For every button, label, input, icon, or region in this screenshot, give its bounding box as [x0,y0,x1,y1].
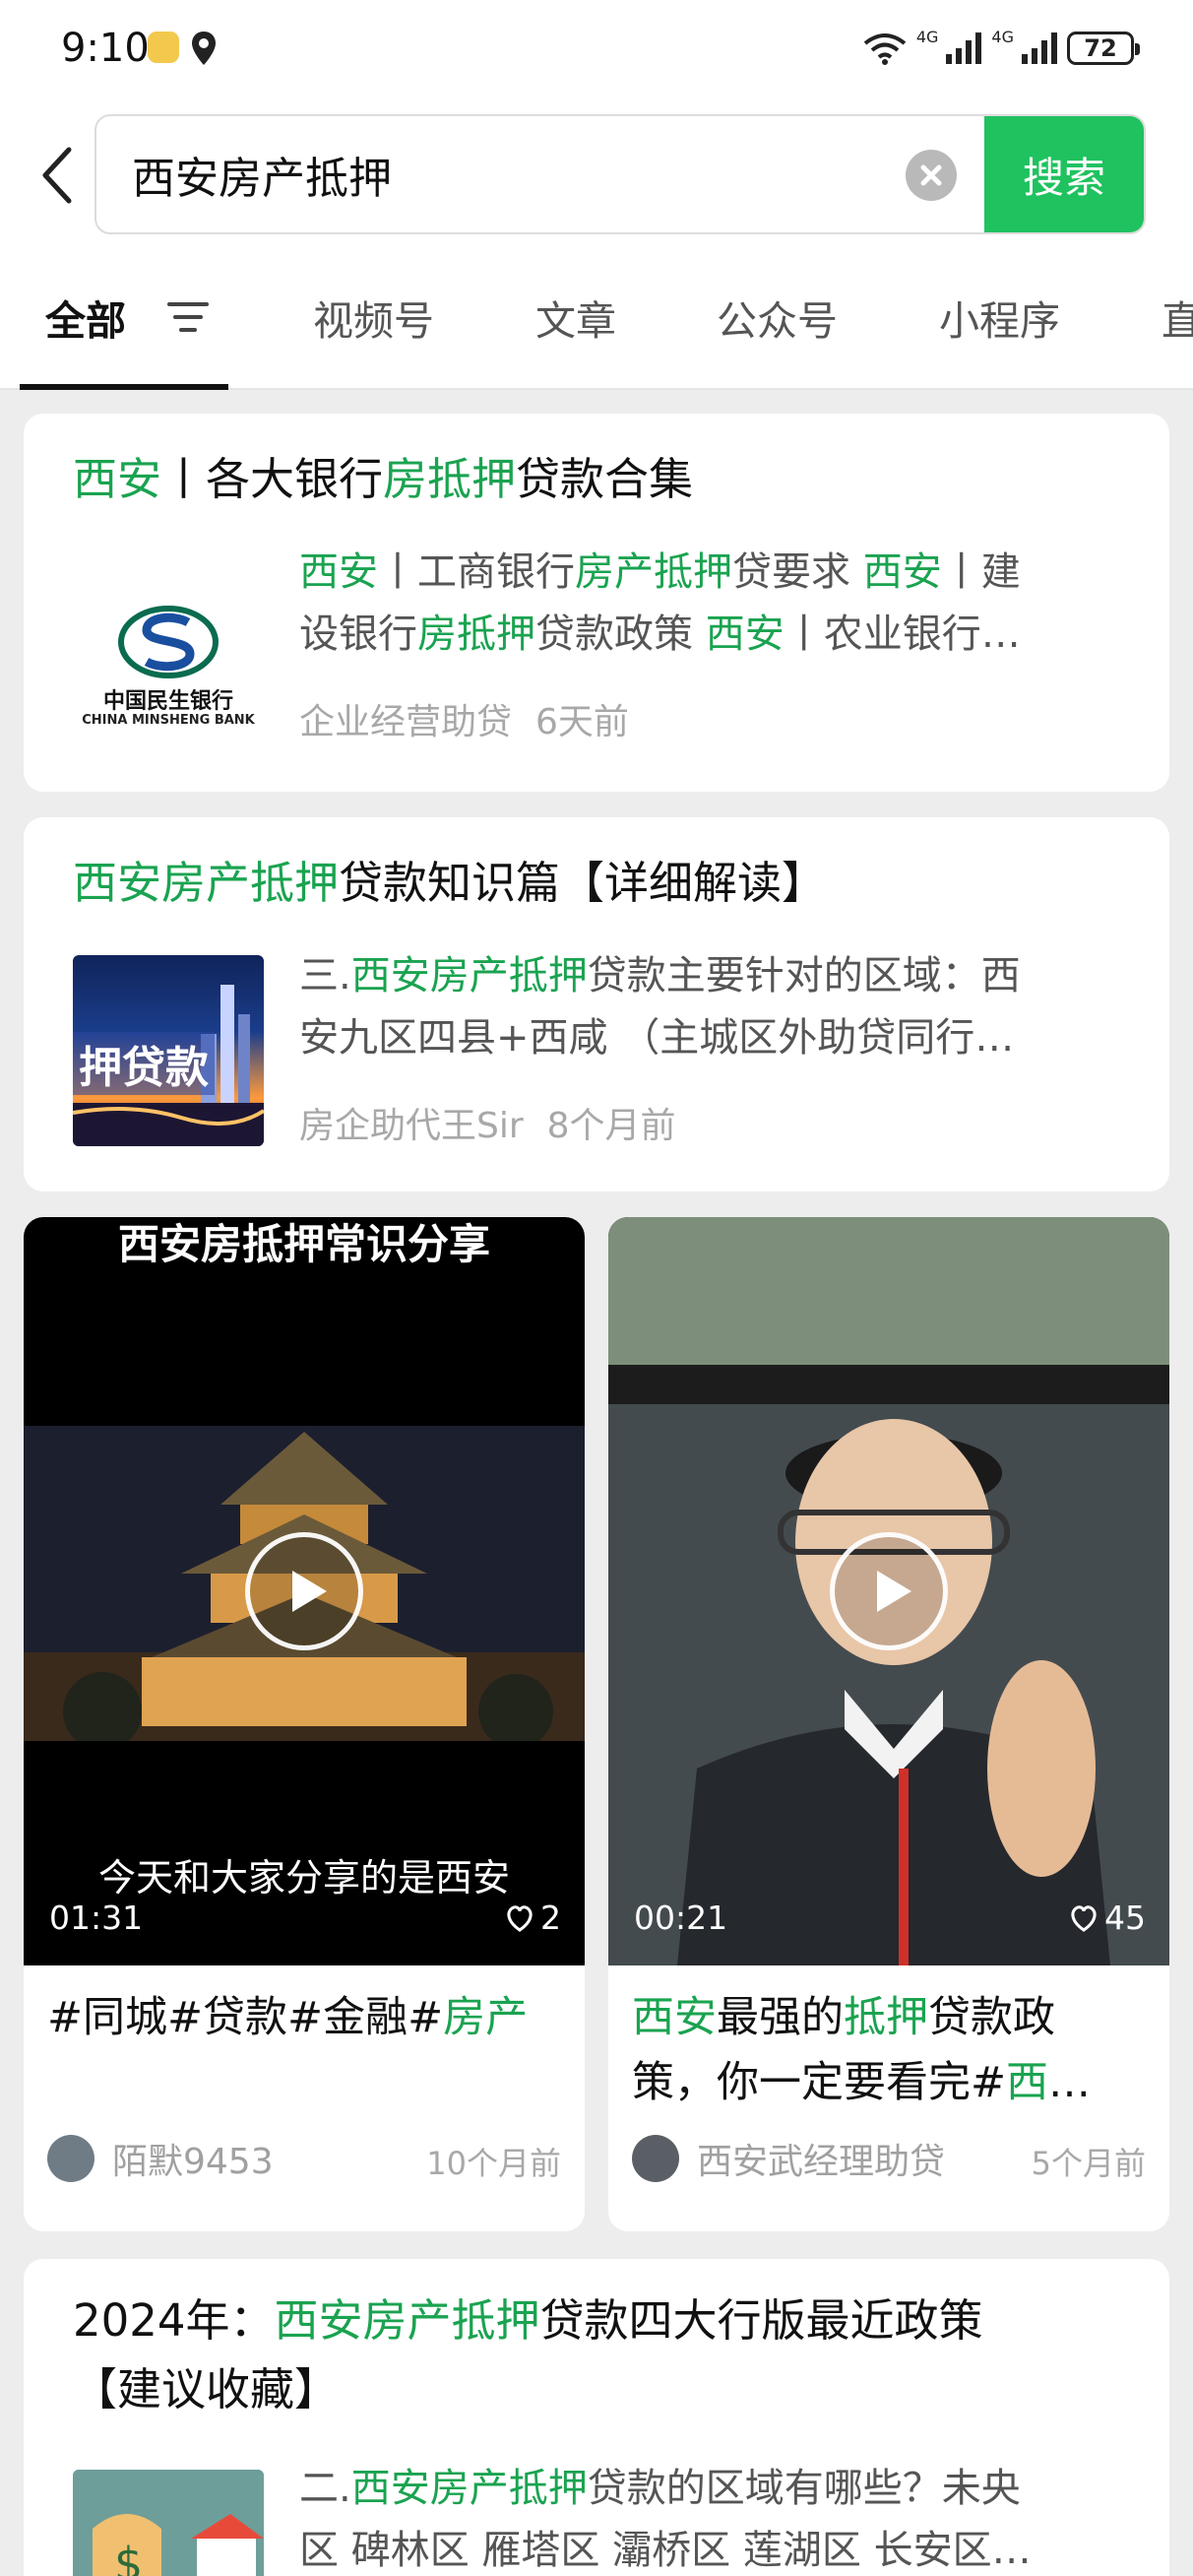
tab-articles[interactable]: 文章 [535,288,616,347]
thumbnail-text: 押贷款 [73,1032,215,1095]
video-thumbnail[interactable]: 00:21 45 [608,1217,1169,1965]
signal-icon-2 [1022,32,1057,64]
money-house-image: $ [73,2470,264,2576]
video-title[interactable]: 西安最强的抵押贷款政 策，你一定要看完#西… [632,1985,1146,2115]
result-meta: 房企助代王Sir 8个月前 [299,1097,676,1148]
network-type-2: 4G [991,28,1014,46]
video-likes: 45 [1069,1899,1146,1937]
video-card[interactable]: 00:21 45 西安最强的抵押贷款政 策，你一定要看完#西… 西安武经理助贷 … [608,1217,1169,2231]
result-source[interactable]: 企业经营助贷 [299,702,512,742]
video-duration: 00:21 [634,1899,728,1937]
result-source[interactable]: 房企助代王Sir [299,1106,524,1146]
result-snippet: 二.西安房产抵押贷款的区域有哪些？未央 区 碑林区 雁塔区 灞桥区 莲湖区 长安… [299,2466,1032,2573]
result-snippet: 西安丨工商银行房产抵押贷要求 西安丨建 设银行房抵押贷款政策 西安丨农业银行… [299,549,1021,657]
heart-icon [507,1904,533,1932]
author-name[interactable]: 西安武经理助贷 [697,2133,945,2184]
filter-icon[interactable] [165,299,211,335]
result-title[interactable]: 西安丨各大银行房抵押贷款合集 [73,445,693,514]
result-title[interactable]: 西安房产抵押贷款知识篇【详细解读】 [73,849,826,918]
video-thumbnail[interactable]: 西安房抵押常识分享 今天和大家分享的是西安 01:31 2 [24,1217,585,1965]
result-card[interactable]: 2024年：西安房产抵押贷款四大行版最近政策 【建议收藏】 $ 二.西安房产抵押… [24,2259,1169,2576]
active-tab-indicator [20,384,228,390]
bank-name-cn: 中国民生银行 [102,689,233,714]
likes-count: 2 [540,1899,561,1937]
likes-count: 45 [1104,1899,1146,1937]
bank-logo-thumbnail: 中国民生银行 CHINA MINSHENG BANK [73,569,264,756]
category-tabs: 全部 视频号 文章 公众号 小程序 直 [0,252,1193,390]
tab-channels[interactable]: 视频号 [313,288,434,347]
tab-live[interactable]: 直 [1162,288,1193,347]
search-header: 搜索 [0,95,1193,252]
video-card[interactable]: 西安房抵押常识分享 今天和大家分享的是西安 01:31 2 #同城#贷款#金融#… [24,1217,585,2231]
video-time: 10个月前 [426,2145,561,2182]
battery-level: 72 [1084,34,1117,62]
tab-official-accounts[interactable]: 公众号 [717,288,838,347]
avatar[interactable] [47,2135,94,2182]
play-icon[interactable] [830,1532,948,1650]
tab-mini-programs[interactable]: 小程序 [939,288,1060,347]
battery-icon: 72 [1067,32,1140,65]
svg-text:$: $ [114,2538,143,2576]
app-notification-icon [148,32,179,63]
play-icon[interactable] [245,1532,363,1650]
video-time: 5个月前 [1031,2145,1146,2182]
result-snippet: 三.西安房产抵押贷款主要针对的区域：西 安九区四县+西咸 （主城区外助贷同行… [299,953,1021,1061]
result-meta: 企业经营助贷 6天前 [299,693,629,744]
tab-all[interactable]: 全部 [45,288,126,347]
signal-icon-1 [946,32,982,64]
author-name[interactable]: 陌默9453 [112,2133,274,2184]
article-thumbnail: 押贷款 [73,955,264,1146]
result-time: 6天前 [535,702,629,742]
video-duration: 01:31 [49,1899,144,1937]
result-card[interactable]: 西安房产抵押贷款知识篇【详细解读】 押贷款 三.西安房产抵押贷款主要针对的区域：… [24,817,1169,1191]
video-likes: 2 [505,1899,561,1937]
status-bar: 9:10 4G 4G 72 [0,0,1193,95]
article-thumbnail: $ [73,2470,264,2576]
heart-icon [1071,1904,1097,1932]
video-author[interactable]: 西安武经理助贷 [632,2133,945,2184]
bank-name-en: CHINA MINSHENG BANK [82,713,255,728]
location-icon [192,32,216,65]
video-author[interactable]: 陌默9453 [47,2133,274,2184]
result-title[interactable]: 2024年：西安房产抵押贷款四大行版最近政策 【建议收藏】 [73,2286,1136,2424]
status-time: 9:10 [61,26,150,71]
clear-icon[interactable] [906,150,957,201]
search-box[interactable]: 搜索 [94,114,1146,234]
result-time: 8个月前 [546,1106,676,1146]
video-caption: 今天和大家分享的是西安 [97,1856,510,1900]
avatar[interactable] [632,2135,679,2182]
search-button[interactable]: 搜索 [984,116,1144,232]
minsheng-logo-icon [118,606,219,678]
result-card[interactable]: 西安丨各大银行房抵押贷款合集 中国民生银行 CHINA MINSHENG BAN… [24,414,1169,792]
video-title[interactable]: #同城#贷款#金融#房产 [47,1985,561,2050]
search-input[interactable] [132,116,939,232]
video-overlay-title: 西安房抵押常识分享 [117,1220,490,1268]
status-indicators: 4G 4G 72 [863,28,1140,69]
back-icon[interactable] [37,146,77,205]
network-type-1: 4G [915,28,939,46]
wifi-icon [863,33,907,65]
